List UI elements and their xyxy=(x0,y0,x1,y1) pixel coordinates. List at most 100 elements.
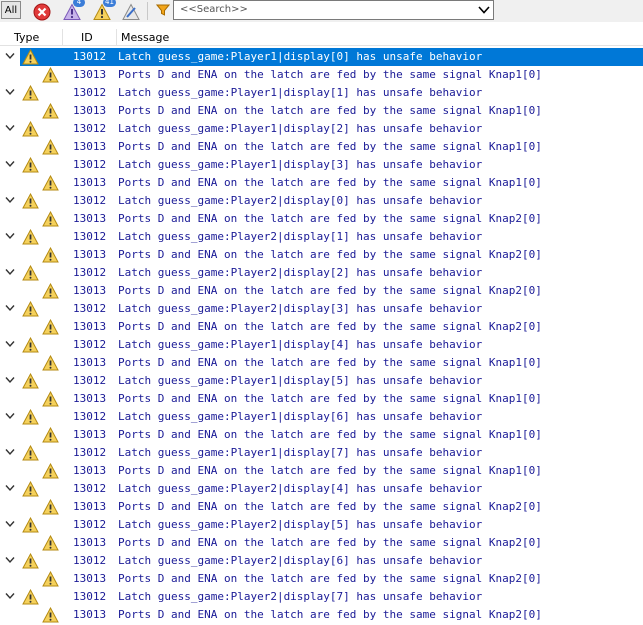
message-id: 13013 xyxy=(73,392,107,405)
warning-icon xyxy=(42,463,59,479)
message-row[interactable]: 13012 Latch guess_game:Player2|display[2]… xyxy=(0,264,643,282)
warning-icon xyxy=(42,175,59,191)
sub-message-row[interactable]: 13013 Ports D and ENA on the latch are fe… xyxy=(0,426,643,444)
chevron-down-icon[interactable] xyxy=(5,376,15,384)
sub-message-row[interactable]: 13013 Ports D and ENA on the latch are fe… xyxy=(0,282,643,300)
message-id: 13012 xyxy=(73,338,107,351)
message-id: 13012 xyxy=(73,446,107,459)
message-text: Ports D and ENA on the latch are fed by … xyxy=(118,572,542,585)
message-text: Ports D and ENA on the latch are fed by … xyxy=(118,212,542,225)
message-id: 13012 xyxy=(73,554,107,567)
message-id: 13013 xyxy=(73,176,107,189)
message-row[interactable]: 13012 Latch guess_game:Player2|display[6]… xyxy=(0,552,643,570)
sub-message-row[interactable]: 13013 Ports D and ENA on the latch are fe… xyxy=(0,246,643,264)
column-divider[interactable] xyxy=(116,29,117,45)
warning-icon xyxy=(22,85,39,101)
chevron-down-icon[interactable] xyxy=(5,160,15,168)
message-list: 13012 Latch guess_game:Player1|display[0]… xyxy=(0,48,643,624)
sub-message-row[interactable]: 13013 Ports D and ENA on the latch are fe… xyxy=(0,66,643,84)
message-row[interactable]: 13012 Latch guess_game:Player2|display[5]… xyxy=(0,516,643,534)
sub-message-row[interactable]: 13013 Ports D and ENA on the latch are fe… xyxy=(0,138,643,156)
suppress-icon xyxy=(122,3,140,20)
message-id: 13013 xyxy=(73,140,107,153)
message-text: Latch guess_game:Player1|display[7] has … xyxy=(118,446,483,459)
message-row[interactable]: 13012 Latch guess_game:Player1|display[0]… xyxy=(0,48,643,66)
message-text: Latch guess_game:Player2|display[1] has … xyxy=(118,230,483,243)
message-id: 13012 xyxy=(73,302,107,315)
sub-message-row[interactable]: 13013 Ports D and ENA on the latch are fe… xyxy=(0,390,643,408)
warning-icon xyxy=(22,445,39,461)
message-id: 13012 xyxy=(73,158,107,171)
message-id: 13012 xyxy=(73,374,107,387)
warning-icon xyxy=(42,571,59,587)
message-row[interactable]: 13012 Latch guess_game:Player1|display[1]… xyxy=(0,84,643,102)
message-id: 13013 xyxy=(73,68,107,81)
message-text: Ports D and ENA on the latch are fed by … xyxy=(118,320,542,333)
warning-icon xyxy=(22,373,39,389)
sub-message-row[interactable]: 13013 Ports D and ENA on the latch are fe… xyxy=(0,534,643,552)
message-id: 13013 xyxy=(73,212,107,225)
sub-message-row[interactable]: 13013 Ports D and ENA on the latch are fe… xyxy=(0,462,643,480)
message-row[interactable]: 13012 Latch guess_game:Player2|display[3]… xyxy=(0,300,643,318)
chevron-down-icon[interactable] xyxy=(5,124,15,132)
chevron-down-icon[interactable] xyxy=(5,592,15,600)
filter-icon[interactable] xyxy=(156,3,170,17)
sub-message-row[interactable]: 13013 Ports D and ENA on the latch are fe… xyxy=(0,210,643,228)
message-row[interactable]: 13012 Latch guess_game:Player2|display[4]… xyxy=(0,480,643,498)
sub-message-row[interactable]: 13013 Ports D and ENA on the latch are fe… xyxy=(0,174,643,192)
chevron-down-icon[interactable] xyxy=(5,304,15,312)
sub-message-row[interactable]: 13013 Ports D and ENA on the latch are fe… xyxy=(0,318,643,336)
message-text: Latch guess_game:Player1|display[2] has … xyxy=(118,122,483,135)
critical-warning-filter-button[interactable]: 4 xyxy=(61,0,85,21)
chevron-down-icon[interactable] xyxy=(5,232,15,240)
message-text: Ports D and ENA on the latch are fed by … xyxy=(118,284,542,297)
chevron-down-icon[interactable] xyxy=(5,484,15,492)
sub-message-row[interactable]: 13013 Ports D and ENA on the latch are fe… xyxy=(0,354,643,372)
message-id: 13012 xyxy=(73,86,107,99)
message-row[interactable]: 13012 Latch guess_game:Player1|display[7]… xyxy=(0,444,643,462)
message-row[interactable]: 13012 Latch guess_game:Player2|display[7]… xyxy=(0,588,643,606)
message-text: Latch guess_game:Player1|display[1] has … xyxy=(118,86,483,99)
show-all-button[interactable]: All xyxy=(1,1,21,19)
message-column-header[interactable]: Message xyxy=(121,30,169,45)
id-column-header[interactable]: ID xyxy=(81,30,93,45)
chevron-down-icon[interactable] xyxy=(5,268,15,276)
message-row[interactable]: 13012 Latch guess_game:Player2|display[1]… xyxy=(0,228,643,246)
message-text: Ports D and ENA on the latch are fed by … xyxy=(118,248,542,261)
message-row[interactable]: 13012 Latch guess_game:Player1|display[4]… xyxy=(0,336,643,354)
message-row[interactable]: 13012 Latch guess_game:Player1|display[5]… xyxy=(0,372,643,390)
chevron-down-icon[interactable] xyxy=(5,412,15,420)
search-input[interactable]: <<Search>> xyxy=(173,0,494,20)
sub-message-row[interactable]: 13013 Ports D and ENA on the latch are fe… xyxy=(0,606,643,624)
warning-icon xyxy=(42,211,59,227)
error-filter-button[interactable] xyxy=(31,1,53,21)
chevron-down-icon[interactable] xyxy=(5,88,15,96)
sub-message-row[interactable]: 13013 Ports D and ENA on the latch are fe… xyxy=(0,102,643,120)
sub-message-row[interactable]: 13013 Ports D and ENA on the latch are fe… xyxy=(0,498,643,516)
type-column-header[interactable]: Type xyxy=(14,30,39,45)
warning-icon xyxy=(42,355,59,371)
message-id: 13013 xyxy=(73,464,107,477)
message-row[interactable]: 13012 Latch guess_game:Player1|display[6]… xyxy=(0,408,643,426)
warning-icon xyxy=(42,319,59,335)
message-row[interactable]: 13012 Latch guess_game:Player1|display[2]… xyxy=(0,120,643,138)
message-row[interactable]: 13012 Latch guess_game:Player1|display[3]… xyxy=(0,156,643,174)
chevron-down-icon[interactable] xyxy=(5,448,15,456)
sub-message-row[interactable]: 13013 Ports D and ENA on the latch are fe… xyxy=(0,570,643,588)
warning-icon xyxy=(42,247,59,263)
chevron-down-icon[interactable] xyxy=(5,556,15,564)
message-text: Latch guess_game:Player2|display[3] has … xyxy=(118,302,483,315)
chevron-down-icon[interactable] xyxy=(5,196,15,204)
message-row[interactable]: 13012 Latch guess_game:Player2|display[0]… xyxy=(0,192,643,210)
message-id: 13012 xyxy=(73,194,107,207)
chevron-down-icon[interactable] xyxy=(5,520,15,528)
message-text: Latch guess_game:Player1|display[0] has … xyxy=(118,50,483,63)
warning-filter-button[interactable]: 41 xyxy=(91,0,116,21)
suppress-filter-button[interactable] xyxy=(120,1,142,21)
chevron-down-icon[interactable] xyxy=(5,340,15,348)
chevron-down-icon[interactable] xyxy=(5,52,15,60)
chevron-down-icon[interactable] xyxy=(478,5,490,15)
warning-icon xyxy=(42,607,59,623)
column-divider[interactable] xyxy=(62,29,63,45)
message-text: Ports D and ENA on the latch are fed by … xyxy=(118,104,542,117)
